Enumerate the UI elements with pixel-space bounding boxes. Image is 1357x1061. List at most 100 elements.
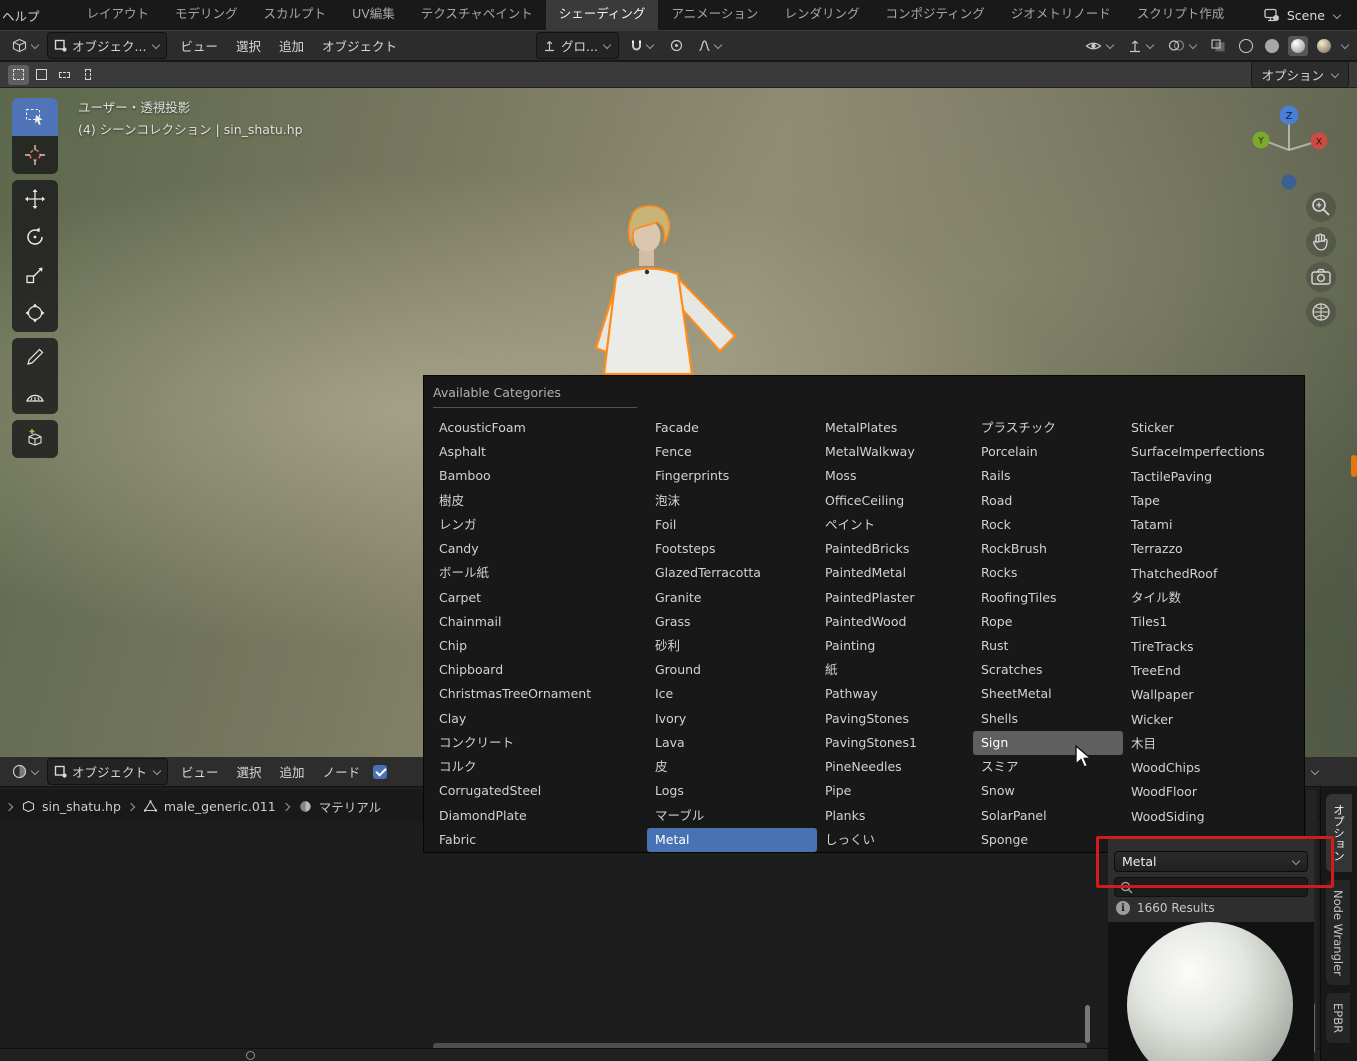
proportional-editing-toggle[interactable] <box>666 36 687 55</box>
category-item[interactable]: OfficeCeiling <box>817 489 973 513</box>
tool-annotate[interactable] <box>12 338 58 376</box>
menu-item[interactable]: ビュー <box>172 758 228 785</box>
tool-measure[interactable] <box>12 376 58 414</box>
menu-help[interactable]: ヘルプ <box>0 6 50 25</box>
falloff-dropdown[interactable] <box>694 36 727 55</box>
category-item[interactable]: しっくい <box>817 828 973 852</box>
category-item[interactable]: TreeEnd <box>1123 659 1300 683</box>
category-item[interactable]: Tiles1 <box>1123 610 1300 634</box>
shader-editor-type-button[interactable] <box>8 761 43 782</box>
category-item[interactable]: 木目 <box>1123 732 1300 756</box>
select-mode-extend-button[interactable] <box>31 65 52 85</box>
workspace-tab[interactable]: シェーディング <box>545 0 659 30</box>
menu-item[interactable]: ノード <box>314 758 370 785</box>
camera-view-button[interactable] <box>1306 262 1336 292</box>
category-item[interactable]: Ice <box>647 682 817 706</box>
category-item[interactable]: Carpet <box>431 586 647 610</box>
menu-item[interactable]: ビュー <box>171 32 227 59</box>
zoom-button[interactable] <box>1306 192 1336 222</box>
sidebar-tab[interactable]: EPBR <box>1326 993 1350 1044</box>
category-item[interactable]: Clay <box>431 707 647 731</box>
workspace-tab[interactable]: コンポジティング <box>872 0 997 30</box>
category-item[interactable]: Bamboo <box>431 464 647 488</box>
category-item[interactable]: ChristmasTreeOrnament <box>431 682 647 706</box>
tool-3d-cursor[interactable] <box>12 136 58 174</box>
panel-scroll-thumb[interactable] <box>1085 1005 1090 1043</box>
shading-wireframe-button[interactable] <box>1236 36 1256 56</box>
category-item[interactable]: TireTracks <box>1123 635 1300 659</box>
sidebar-tab[interactable]: Node Wrangler <box>1326 879 1350 986</box>
category-item[interactable]: Scratches <box>973 658 1123 682</box>
category-item[interactable]: プラスチック <box>973 416 1123 440</box>
category-item[interactable]: PaintedMetal <box>817 561 973 585</box>
category-item[interactable]: MetalWalkway <box>817 440 973 464</box>
navigation-gizmo[interactable]: Z Y X <box>1243 98 1335 194</box>
category-item[interactable]: コルク <box>431 755 647 779</box>
category-item[interactable]: Fingerprints <box>647 464 817 488</box>
gizmo-minus-z-axis[interactable] <box>1281 174 1297 190</box>
category-item[interactable]: Moss <box>817 464 973 488</box>
category-item[interactable]: PavingStones1 <box>817 731 973 755</box>
category-item[interactable]: Foil <box>647 513 817 537</box>
category-item[interactable]: Chainmail <box>431 610 647 634</box>
category-item[interactable]: レンガ <box>431 513 647 537</box>
breadcrumb-expand-icon[interactable] <box>6 802 15 811</box>
category-item[interactable]: Logs <box>647 779 817 803</box>
select-mode-new-button[interactable] <box>8 64 29 85</box>
category-item[interactable]: 泡沫 <box>647 489 817 513</box>
mode-dropdown[interactable]: オブジェク... <box>47 32 168 59</box>
category-item[interactable]: Fence <box>647 440 817 464</box>
category-item[interactable]: RockBrush <box>973 537 1123 561</box>
gizmo-dropdown[interactable] <box>1124 36 1158 56</box>
category-item[interactable]: PaintedWood <box>817 610 973 634</box>
shading-dropdown-chevron[interactable] <box>1340 41 1349 50</box>
workspace-tab[interactable]: レンダリング <box>771 0 872 30</box>
category-item[interactable]: Terrazzo <box>1123 537 1300 561</box>
breadcrumb-item[interactable]: male_generic.011 <box>164 799 276 814</box>
workspace-tab[interactable]: スカルプト <box>251 0 340 30</box>
ortho-toggle-button[interactable] <box>1306 297 1336 327</box>
category-item[interactable]: Planks <box>817 804 973 828</box>
tool-add-cube[interactable] <box>12 420 58 458</box>
tool-transform[interactable] <box>12 294 58 332</box>
tool-select-box[interactable] <box>12 98 58 136</box>
category-item[interactable]: Chip <box>431 634 647 658</box>
category-item[interactable]: Grass <box>647 610 817 634</box>
category-item[interactable]: Asphalt <box>431 440 647 464</box>
category-item[interactable]: TactilePaving <box>1123 465 1300 489</box>
category-item[interactable]: 樹皮 <box>431 489 647 513</box>
category-item[interactable]: タイル数 <box>1123 586 1300 610</box>
shading-solid-button[interactable] <box>1262 36 1282 56</box>
shader-type-dropdown[interactable]: オブジェクト <box>47 758 169 785</box>
shading-rendered-button[interactable] <box>1314 36 1334 56</box>
category-item[interactable]: DiamondPlate <box>431 804 647 828</box>
menu-item[interactable]: 追加 <box>271 758 314 785</box>
select-mode-intersect-button[interactable] <box>77 65 98 85</box>
category-item[interactable]: PaintedBricks <box>817 537 973 561</box>
select-mode-subtract-button[interactable] <box>54 65 75 85</box>
tool-scale[interactable] <box>12 256 58 294</box>
overlays-dropdown[interactable] <box>1164 36 1201 55</box>
category-item[interactable]: WoodFloor <box>1123 780 1300 804</box>
category-item[interactable]: Porcelain <box>973 440 1123 464</box>
category-item[interactable]: ペイント <box>817 513 973 537</box>
category-item[interactable]: ボール紙 <box>431 561 647 585</box>
category-item[interactable]: Candy <box>431 537 647 561</box>
menu-item[interactable]: 追加 <box>270 32 313 59</box>
category-item[interactable]: CorrugatedSteel <box>431 779 647 803</box>
category-item[interactable]: Pipe <box>817 779 973 803</box>
category-item[interactable]: Sticker <box>1123 416 1300 440</box>
category-item[interactable]: MetalPlates <box>817 416 973 440</box>
category-item[interactable]: RoofingTiles <box>973 586 1123 610</box>
workspace-tab[interactable]: モデリング <box>162 0 251 30</box>
category-item[interactable]: Ivory <box>647 707 817 731</box>
category-item[interactable]: Wallpaper <box>1123 683 1300 707</box>
category-item[interactable]: GlazedTerracotta <box>647 561 817 585</box>
category-item[interactable]: Rock <box>973 513 1123 537</box>
category-item[interactable]: Fabric <box>431 828 647 852</box>
category-item[interactable]: WoodSiding <box>1123 805 1300 829</box>
visibility-dropdown[interactable] <box>1081 37 1118 55</box>
orientation-dropdown[interactable]: グロ... <box>536 32 619 59</box>
category-item[interactable]: Rope <box>973 610 1123 634</box>
category-item[interactable]: PaintedPlaster <box>817 586 973 610</box>
